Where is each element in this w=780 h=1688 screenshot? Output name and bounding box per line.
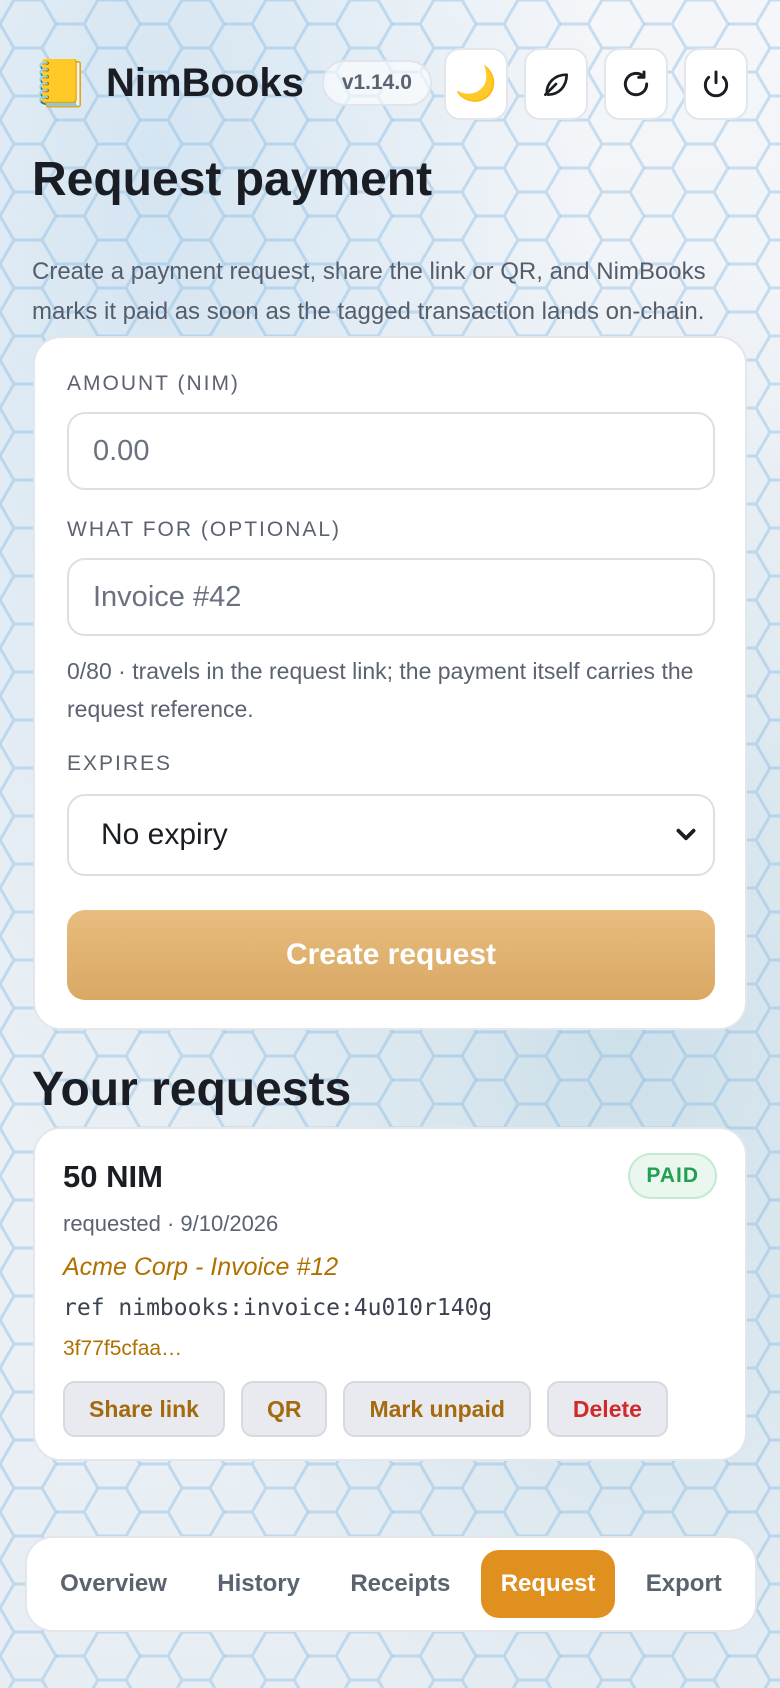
app-title: NimBooks xyxy=(106,60,304,105)
refresh-button[interactable] xyxy=(604,48,668,120)
theme-toggle-button[interactable]: 🌙 xyxy=(444,48,508,120)
memo-label: WHAT FOR (OPTIONAL) xyxy=(67,518,342,541)
amount-label: AMOUNT (NIM) xyxy=(67,372,240,395)
tab-overview[interactable]: Overview xyxy=(40,1550,187,1618)
top-bar: 📒 NimBooks v1.14.0 🌙 xyxy=(32,48,748,120)
expires-label: EXPIRES xyxy=(67,752,173,775)
tab-receipts[interactable]: Receipts xyxy=(330,1550,470,1618)
qr-button[interactable]: QR xyxy=(240,1381,328,1437)
tab-history[interactable]: History xyxy=(197,1550,320,1618)
eco-mode-button[interactable] xyxy=(524,48,588,120)
transaction-hash-link[interactable]: 3f77f5cfaa… xyxy=(63,1337,182,1361)
mark-unpaid-button[interactable]: Mark unpaid xyxy=(343,1381,531,1437)
expires-select[interactable]: No expiry xyxy=(67,794,715,876)
request-card: 50 NIM PAID requested · 9/10/2026 Acme C… xyxy=(33,1127,747,1461)
refresh-icon xyxy=(623,70,649,97)
tab-request[interactable]: Request xyxy=(480,1550,616,1618)
request-form-card: AMOUNT (NIM) 0.00 WHAT FOR (OPTIONAL) In… xyxy=(33,336,747,1030)
expires-value: No expiry xyxy=(101,818,228,851)
memo-input[interactable]: Invoice #42 xyxy=(67,558,715,636)
share-link-button[interactable]: Share link xyxy=(63,1381,225,1437)
chevron-down-icon xyxy=(676,828,696,841)
amount-input[interactable]: 0.00 xyxy=(67,412,715,490)
version-badge: v1.14.0 xyxy=(321,60,432,106)
requests-section-title: Your requests xyxy=(32,1063,352,1116)
tab-export[interactable]: Export xyxy=(626,1550,742,1618)
request-meta: requested · 9/10/2026 xyxy=(63,1211,279,1236)
request-reference: ref nimbooks:invoice:4u010r140g xyxy=(63,1295,493,1321)
moon-icon: 🌙 xyxy=(454,65,498,103)
logout-button[interactable] xyxy=(684,48,748,120)
bottom-tab-bar: Overview History Receipts Request Export xyxy=(25,1536,757,1632)
create-request-button[interactable]: Create request xyxy=(67,910,715,1000)
request-actions: Share link QR Mark unpaid Delete xyxy=(63,1381,668,1437)
page-description: Create a payment request, share the link… xyxy=(32,258,706,325)
memo-hint: 0/80 · travels in the request link; the … xyxy=(67,658,694,722)
page-title: Request payment xyxy=(32,153,433,206)
request-memo: Acme Corp - Invoice #12 xyxy=(63,1253,339,1281)
power-icon xyxy=(703,70,729,98)
delete-button[interactable]: Delete xyxy=(546,1381,668,1437)
notebook-logo-icon: 📒 xyxy=(32,57,90,109)
leaf-icon xyxy=(544,73,568,96)
request-amount: 50 NIM xyxy=(63,1159,163,1194)
status-badge: PAID xyxy=(628,1153,717,1199)
